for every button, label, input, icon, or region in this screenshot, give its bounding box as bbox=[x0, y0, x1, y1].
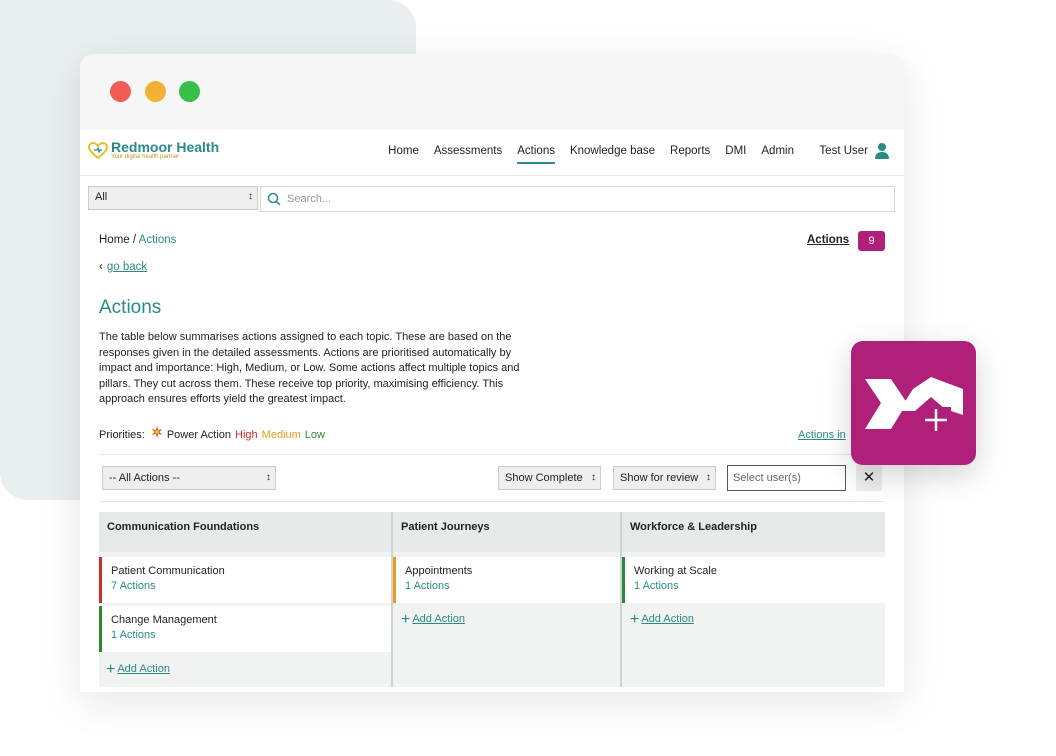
topic-name: Working at Scale bbox=[634, 565, 717, 577]
heart-logo-icon bbox=[88, 141, 108, 159]
window-titlebar bbox=[80, 54, 904, 130]
top-navbar: Redmoor Health Your digital health partn… bbox=[80, 130, 904, 176]
column-title: Patient Journeys bbox=[393, 512, 620, 552]
priority-medium: Medium bbox=[261, 429, 301, 441]
search-input[interactable]: Search... bbox=[260, 186, 895, 212]
user-icon bbox=[875, 143, 889, 159]
nav-admin[interactable]: Admin bbox=[761, 145, 794, 164]
topic-name: Patient Communication bbox=[111, 565, 225, 577]
minimize-window-button[interactable] bbox=[145, 81, 166, 102]
topic-name: Change Management bbox=[111, 614, 217, 626]
actions-header-link[interactable]: Actions bbox=[807, 234, 849, 246]
topic-card[interactable]: Change Management 1 Actions bbox=[99, 606, 391, 652]
topic-card[interactable]: Working at Scale 1 Actions bbox=[622, 557, 885, 603]
brand-tagline: Your digital health partner bbox=[111, 154, 180, 160]
nav-home[interactable]: Home bbox=[388, 145, 419, 164]
actions-app-icon bbox=[851, 341, 976, 465]
priority-power: Power Action bbox=[166, 429, 232, 441]
topic-column-workforce: Workforce & Leadership Working at Scale … bbox=[622, 512, 885, 687]
column-title: Communication Foundations bbox=[99, 512, 391, 552]
nav-assessments[interactable]: Assessments bbox=[434, 145, 502, 164]
add-action-label: Add Action bbox=[117, 663, 170, 675]
add-action-button[interactable]: + Add Action bbox=[106, 660, 170, 678]
user-menu[interactable]: Test User bbox=[819, 142, 890, 159]
nav-knowledge-base[interactable]: Knowledge base bbox=[570, 145, 655, 164]
nav-dmi[interactable]: DMI bbox=[725, 145, 746, 164]
topic-action-count[interactable]: 7 Actions bbox=[111, 580, 382, 592]
select-users-input[interactable]: Select user(s) bbox=[727, 465, 846, 491]
clear-filters-button[interactable]: ✕ bbox=[856, 465, 882, 491]
go-back-link[interactable]: ‹ go back bbox=[99, 261, 147, 273]
search-scope-select[interactable]: All bbox=[88, 186, 258, 210]
all-actions-select[interactable]: -- All Actions -- bbox=[102, 466, 276, 490]
nav-actions[interactable]: Actions bbox=[517, 145, 555, 164]
actions-logo-icon bbox=[865, 377, 963, 437]
topic-column-patient-journeys: Patient Journeys Appointments 1 Actions … bbox=[393, 512, 620, 687]
topic-card[interactable]: Appointments 1 Actions bbox=[393, 557, 620, 603]
search-row: All Search... bbox=[88, 186, 895, 212]
breadcrumb-current: Actions bbox=[138, 234, 177, 246]
chevron-left-icon: ‹ bbox=[99, 261, 103, 273]
page-description: The table below summarises actions assig… bbox=[99, 331, 520, 405]
topic-name: Appointments bbox=[405, 565, 473, 577]
go-back-label[interactable]: go back bbox=[107, 261, 147, 273]
plus-icon: + bbox=[401, 610, 411, 628]
divider bbox=[99, 501, 884, 502]
plus-icon: + bbox=[106, 660, 116, 678]
actions-count-badge: 9 bbox=[858, 231, 885, 251]
topic-action-count[interactable]: 1 Actions bbox=[111, 629, 382, 641]
breadcrumb: Home / Actions bbox=[99, 234, 177, 246]
topic-column-communication: Communication Foundations Patient Commun… bbox=[99, 512, 391, 687]
topic-action-count[interactable]: 1 Actions bbox=[634, 580, 876, 592]
show-for-review-select[interactable]: Show for review bbox=[613, 466, 716, 490]
power-action-icon bbox=[151, 426, 163, 438]
brand-logo[interactable]: Redmoor Health Your digital health partn… bbox=[88, 140, 219, 161]
plus-icon: + bbox=[630, 610, 640, 628]
maximize-window-button[interactable] bbox=[179, 81, 200, 102]
column-title: Workforce & Leadership bbox=[622, 512, 885, 552]
breadcrumb-home[interactable]: Home bbox=[99, 234, 130, 246]
brand-name: Redmoor Health bbox=[111, 139, 220, 155]
divider bbox=[99, 454, 884, 455]
add-action-label: Add Action bbox=[641, 613, 694, 625]
topic-action-count[interactable]: 1 Actions bbox=[405, 580, 611, 592]
priorities-legend: Priorities: Power Action High Medium Low bbox=[99, 426, 325, 441]
nav-menu: Home Assessments Actions Knowledge base … bbox=[388, 145, 794, 164]
page-title: Actions bbox=[99, 297, 162, 318]
priority-low: Low bbox=[304, 429, 325, 441]
add-action-label: Add Action bbox=[412, 613, 465, 625]
close-window-button[interactable] bbox=[110, 81, 131, 102]
browser-window: Redmoor Health Your digital health partn… bbox=[80, 54, 904, 692]
nav-reports[interactable]: Reports bbox=[670, 145, 710, 164]
add-action-button[interactable]: + Add Action bbox=[401, 610, 465, 628]
priority-high: High bbox=[235, 429, 258, 441]
actions-in-link[interactable]: Actions in bbox=[798, 429, 846, 441]
search-placeholder: Search... bbox=[287, 193, 332, 205]
user-name: Test User bbox=[819, 144, 868, 157]
priorities-label: Priorities: bbox=[99, 429, 145, 441]
show-complete-select[interactable]: Show Complete bbox=[498, 466, 601, 490]
search-icon bbox=[267, 192, 281, 206]
topic-card[interactable]: Patient Communication 7 Actions bbox=[99, 557, 391, 603]
add-action-button[interactable]: + Add Action bbox=[630, 610, 694, 628]
